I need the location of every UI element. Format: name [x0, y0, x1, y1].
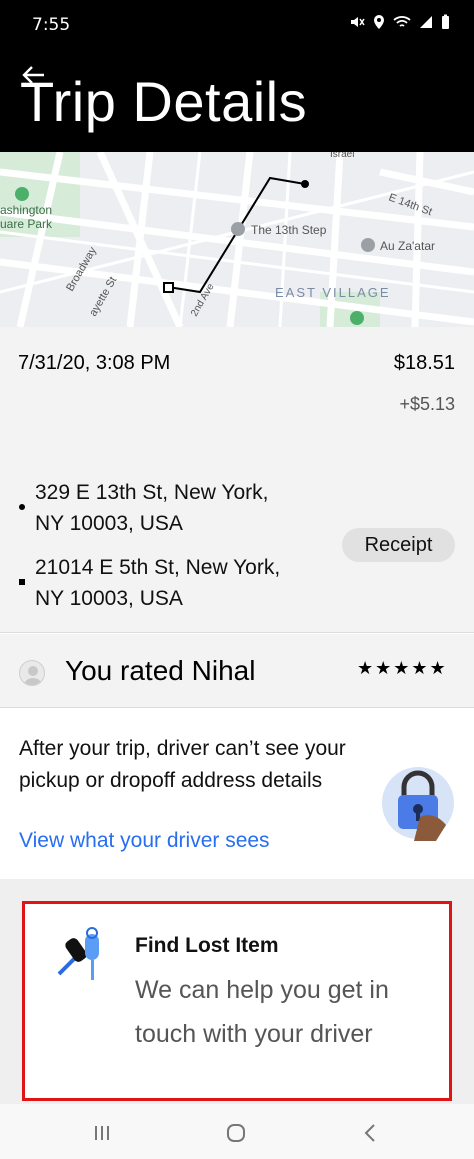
map-label-restaurant-2: Au Za'atar: [380, 239, 435, 253]
status-bar: 7:55: [0, 0, 474, 52]
location-icon: [374, 15, 384, 29]
rated-driver-text: You rated Nihal: [65, 655, 256, 686]
pickup-marker: [301, 180, 309, 188]
lost-item-description: We can help you get in touch with your d…: [135, 976, 389, 1048]
dropoff-square-icon: [19, 579, 25, 585]
page-title: Trip Details: [20, 70, 308, 133]
privacy-notice: After your trip, driver can’t see your p…: [0, 709, 474, 879]
rating-row[interactable]: You rated Nihal ★★★★★: [0, 634, 474, 708]
trip-map[interactable]: ashington uare Park The 13th Step Au Za'…: [0, 152, 474, 327]
map-canvas: ashington uare Park The 13th Step Au Za'…: [0, 152, 474, 327]
park-icon: [15, 187, 29, 201]
header: Trip Details: [0, 52, 474, 152]
dropoff-address-line1: 21014 E 5th St, New York,: [35, 556, 281, 579]
map-label-neighborhood: EAST VILLAGE: [275, 285, 391, 300]
find-lost-item-card[interactable]: Find Lost Item We can help you get in to…: [22, 901, 452, 1101]
dropoff-address-line2: NY 10003, USA: [35, 587, 183, 610]
restaurant-icon-2: [361, 238, 375, 252]
status-icons: [349, 14, 450, 30]
recents-icon[interactable]: [88, 1119, 116, 1147]
pickup-dot-icon: [19, 504, 25, 510]
pickup-address-line1: 329 E 13th St, New York,: [35, 481, 269, 504]
restaurant-icon: [231, 222, 245, 236]
trip-summary: 7/31/20, 3:08 PM $18.51 +$5.13 329 E 13t…: [0, 327, 474, 633]
mute-icon: [351, 17, 365, 27]
wifi-icon: [393, 16, 411, 27]
park-icon-2: [350, 311, 364, 325]
keys-icon: [57, 927, 99, 980]
map-label-restaurant: The 13th Step: [251, 223, 327, 237]
map-label-park-2: uare Park: [0, 217, 53, 231]
home-icon[interactable]: [222, 1119, 250, 1147]
rating-stars: ★★★★★: [357, 658, 448, 679]
receipt-button[interactable]: Receipt: [342, 528, 455, 562]
system-nav-bar: [0, 1104, 474, 1159]
lost-item-title: Find Lost Item: [135, 934, 279, 957]
lost-item-section: Find Lost Item We can help you get in to…: [0, 879, 474, 1104]
trip-extra-charge: +$5.13: [399, 394, 455, 414]
map-label-park: ashington: [0, 203, 52, 217]
view-driver-sees-link[interactable]: View what your driver sees: [19, 829, 270, 853]
pickup-address: 329 E 13th St, New York, NY 10003, USA: [35, 477, 268, 539]
privacy-text: After your trip, driver can’t see your p…: [19, 737, 346, 792]
driver-avatar: [19, 660, 45, 686]
lock-icon: [382, 767, 454, 841]
trip-datetime: 7/31/20, 3:08 PM: [18, 352, 171, 374]
back-icon[interactable]: [356, 1119, 384, 1147]
trip-price: $18.51: [393, 352, 455, 374]
dropoff-address: 21014 E 5th St, New York, NY 10003, USA: [35, 552, 280, 614]
dropoff-marker: [163, 282, 174, 293]
map-label-top: Israel: [330, 152, 354, 160]
signal-icon: [420, 16, 432, 28]
battery-icon: [442, 14, 449, 29]
pickup-address-line2: NY 10003, USA: [35, 512, 183, 535]
person-icon: [23, 666, 43, 685]
status-time: 7:55: [32, 15, 71, 35]
